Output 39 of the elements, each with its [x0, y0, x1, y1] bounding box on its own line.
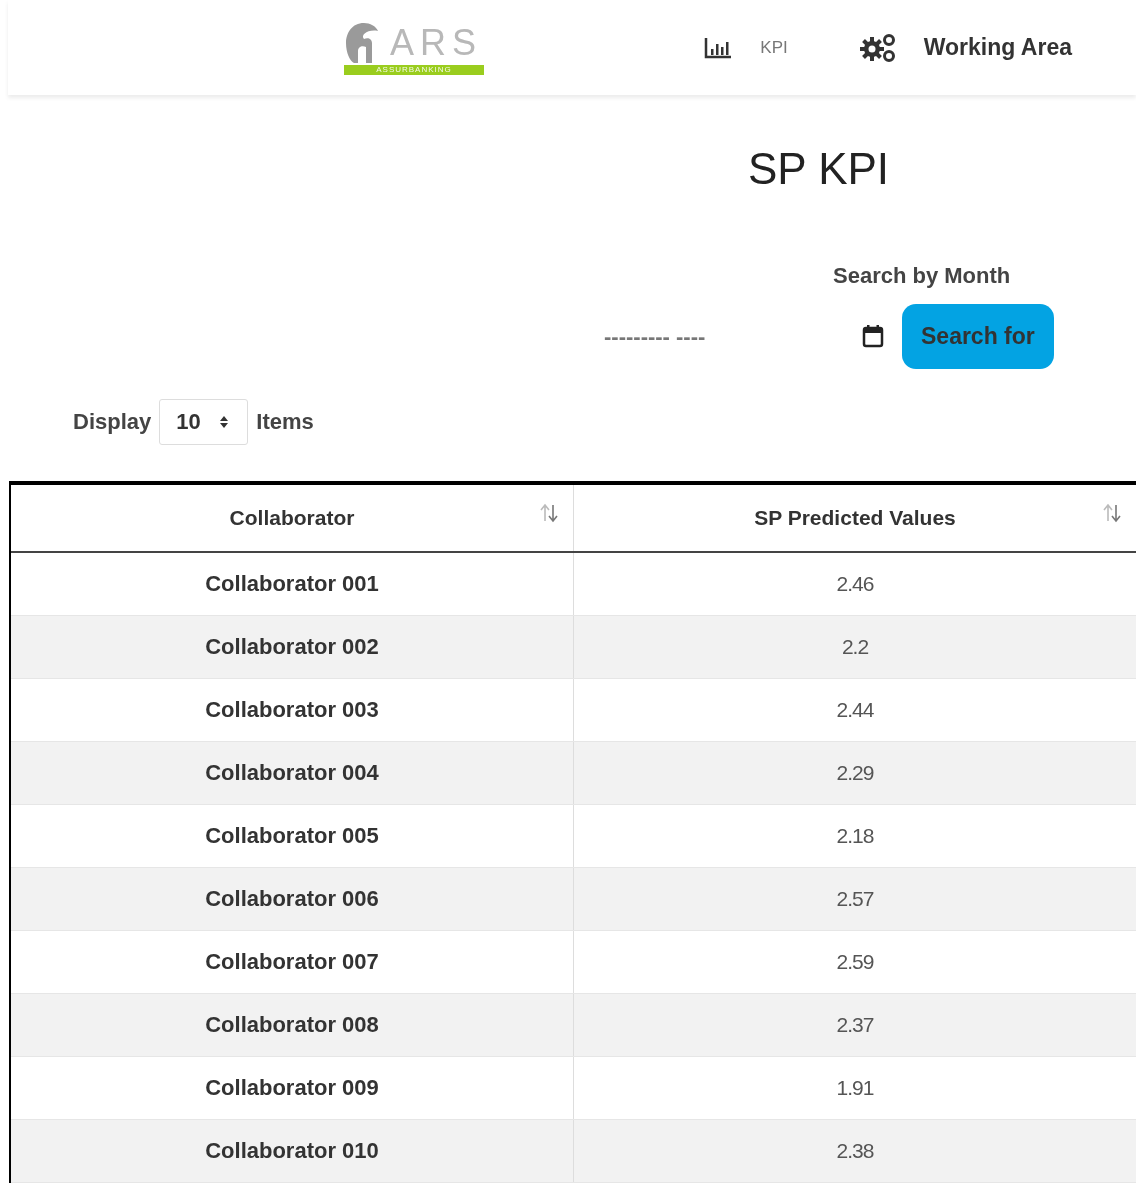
- items-label: Items: [256, 408, 314, 436]
- page-title: SP KPI: [748, 147, 891, 191]
- table-cell-text: Collaborator 009: [205, 1074, 379, 1102]
- sort-icon[interactable]: [1102, 502, 1122, 523]
- column-header[interactable]: Collaborator: [11, 484, 574, 551]
- table-cell-text: 2.29: [836, 759, 874, 786]
- display-label: Display: [73, 408, 152, 436]
- column-header[interactable]: SP Predicted Values: [574, 484, 1136, 551]
- table-cell-text: Collaborator 008: [205, 1011, 379, 1039]
- table-cell-text: 2.18: [836, 822, 874, 849]
- table-cell-text: Collaborator 005: [205, 822, 379, 850]
- table-cell-text: 2.46: [836, 570, 874, 597]
- table-cell-text: Collaborator 002: [205, 633, 379, 661]
- table-cell-text: Collaborator 006: [205, 885, 379, 913]
- table-cell-text: 2.59: [836, 948, 874, 975]
- gears-icon: [859, 32, 896, 63]
- table-cell-text: 2.37: [836, 1011, 874, 1038]
- table-cell-text: Collaborator 001: [205, 570, 379, 598]
- table-cell-text: 2.2: [841, 633, 869, 660]
- bar-chart-icon: [704, 36, 733, 59]
- logo-tagline: ASSURBANKING: [344, 64, 484, 75]
- table-cell-text: 1.91: [836, 1074, 874, 1101]
- table-cell-text: Collaborator 010: [205, 1137, 379, 1165]
- page-size-select[interactable]: 10: [159, 398, 249, 445]
- table-cell-text: 2.44: [836, 696, 874, 723]
- sort-icon[interactable]: [539, 502, 559, 523]
- table-cell-text: 2.38: [836, 1137, 874, 1164]
- logo-text: ARS: [390, 24, 483, 61]
- table-cell-text: 2.57: [836, 885, 874, 912]
- calendar-icon[interactable]: [862, 324, 884, 349]
- month-field[interactable]: --------- ----: [604, 319, 804, 353]
- search-button[interactable]: Search for: [902, 304, 1054, 369]
- table-cell-text: Collaborator 007: [205, 948, 379, 976]
- nav-link[interactable]: Working Area: [859, 30, 1072, 65]
- nav-link[interactable]: KPI: [704, 34, 788, 61]
- table-cell-text: Collaborator 004: [205, 759, 379, 787]
- search-label: Search by Month: [833, 262, 1012, 290]
- table-cell-text: Collaborator 003: [205, 696, 379, 724]
- caret-icon: [218, 414, 229, 429]
